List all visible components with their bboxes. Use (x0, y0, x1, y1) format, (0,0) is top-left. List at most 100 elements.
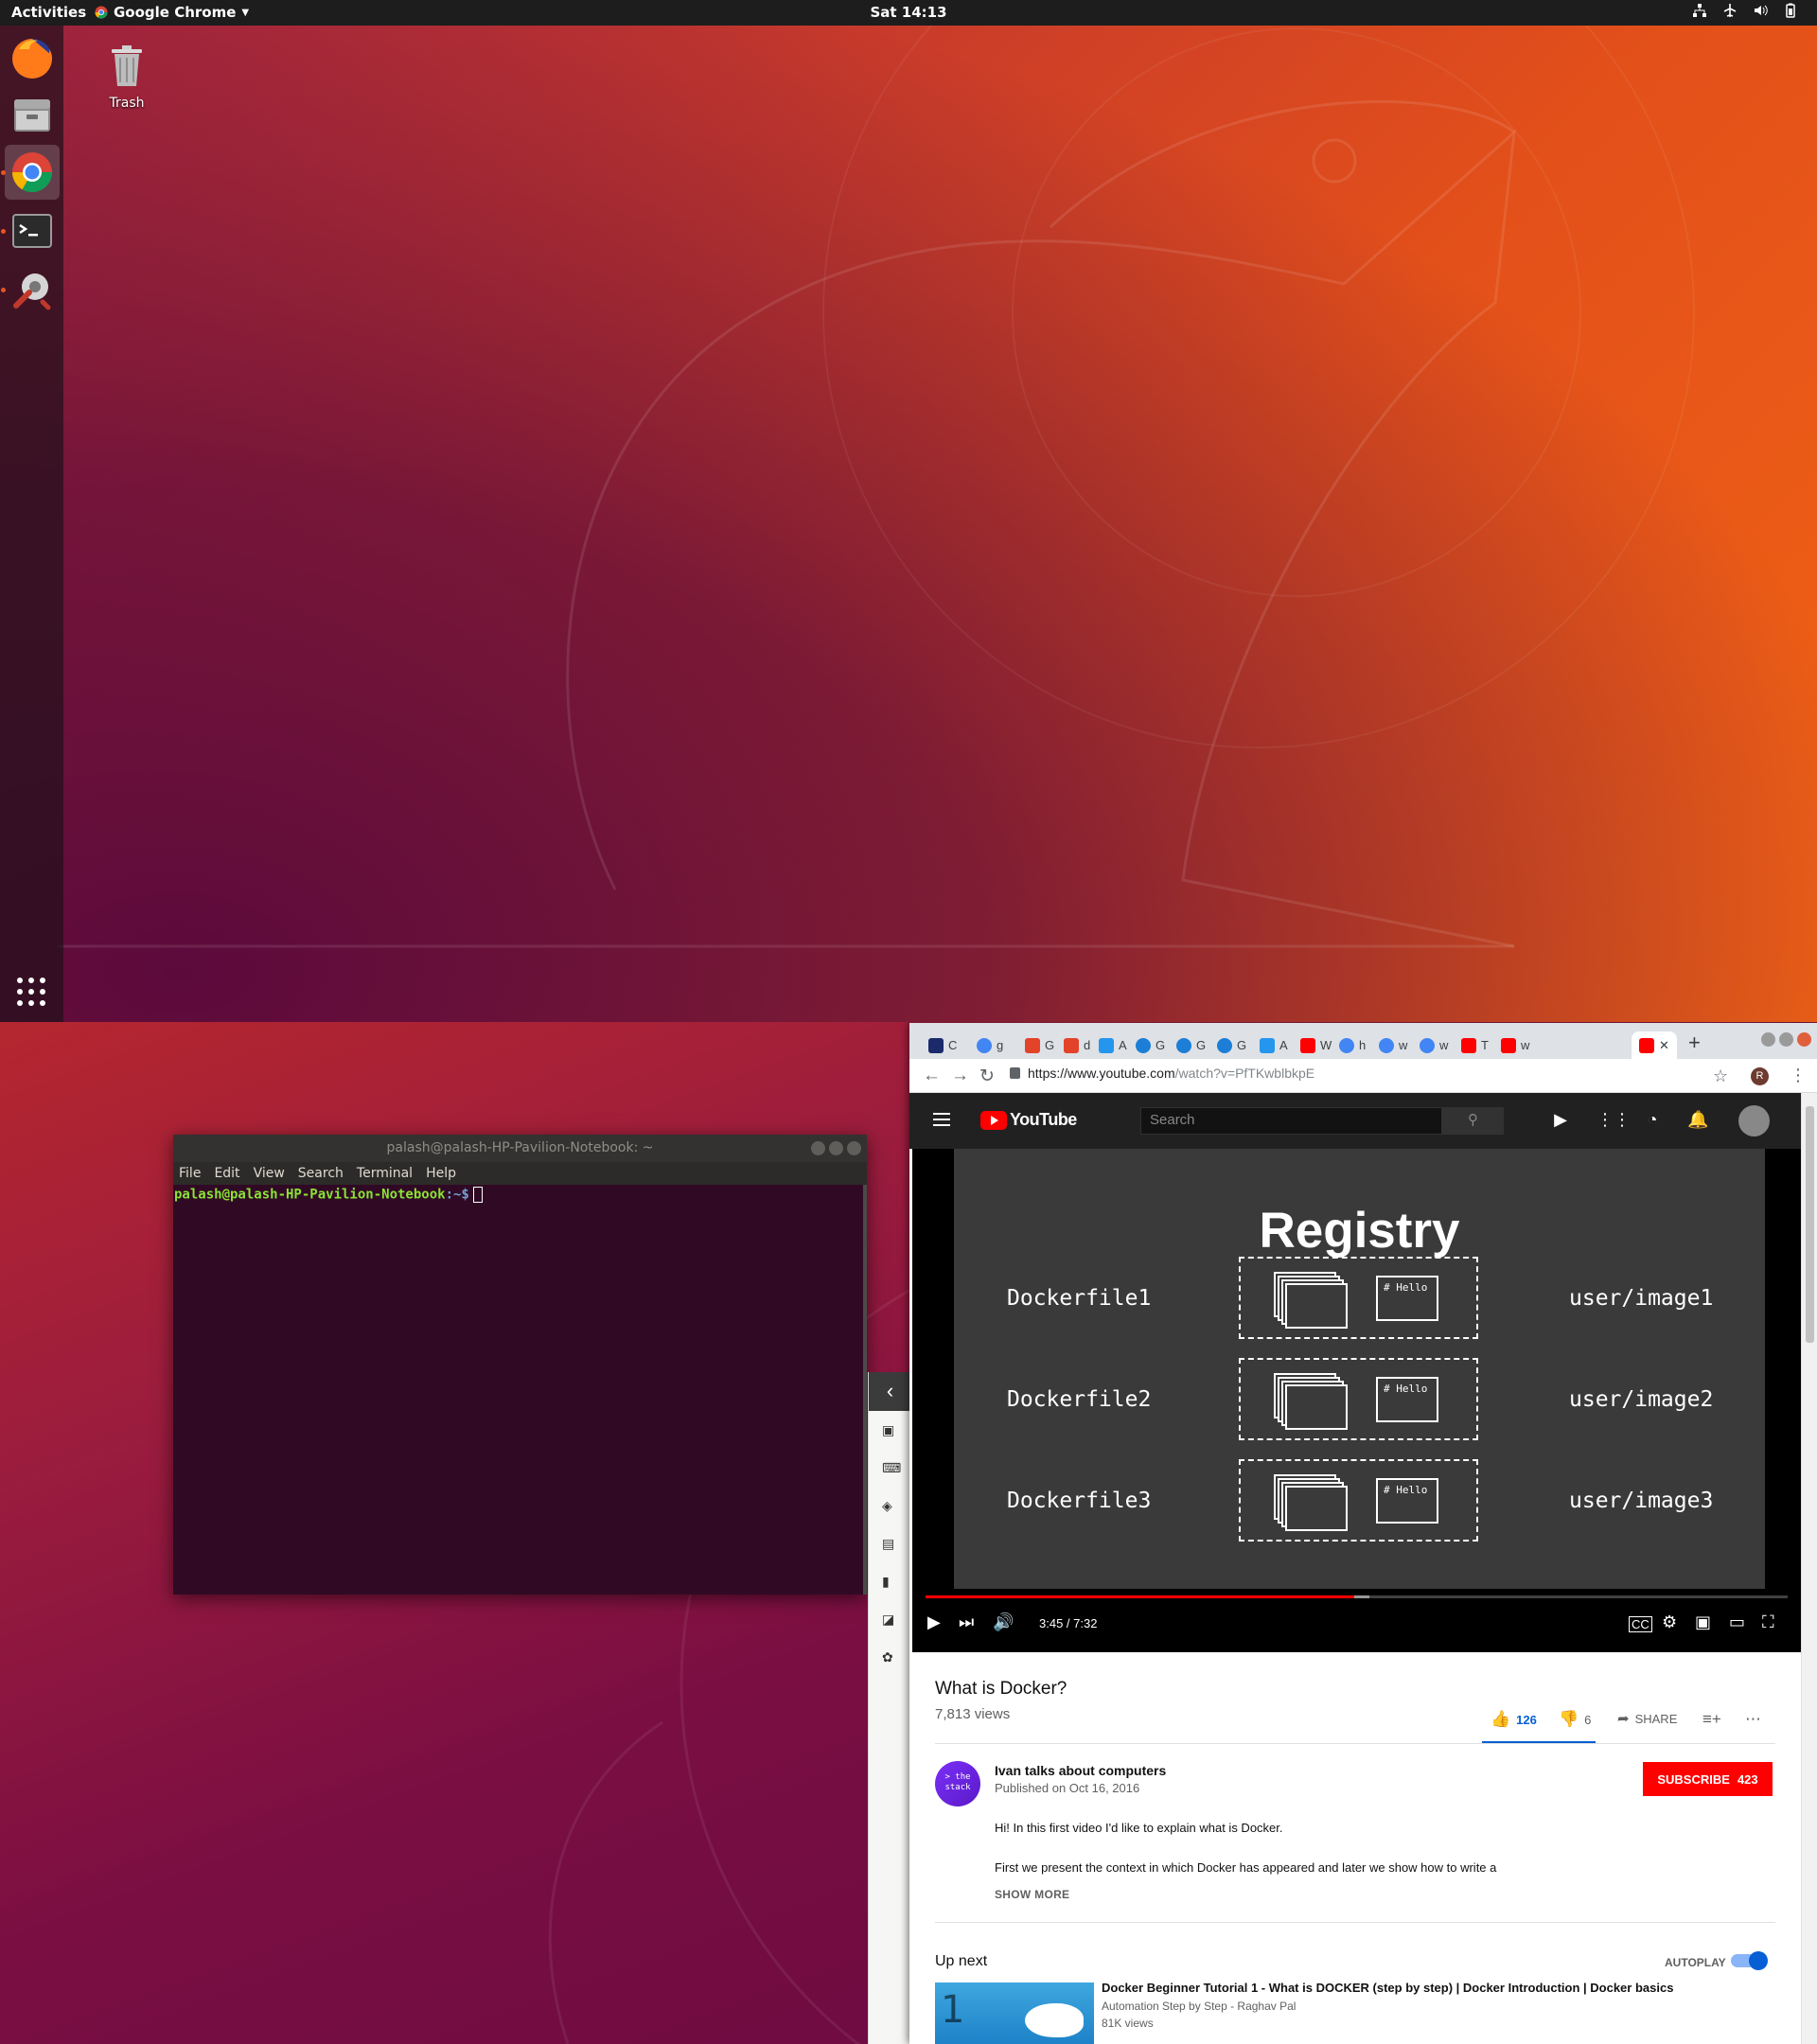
terminal-window[interactable]: palash@palash-HP-Pavilion-Notebook: ~ Fi… (173, 1135, 867, 1595)
more-menu-icon[interactable]: ⋮ (1790, 1066, 1807, 1085)
subscribe-button[interactable]: SUBSCRIBE 423 (1643, 1762, 1773, 1796)
clock[interactable]: Sat 14:13 (870, 4, 946, 21)
user-avatar[interactable] (1738, 1105, 1770, 1137)
chrome-window[interactable]: C g G d A G G G A W h w w T w ✕ + ← → ↻ … (909, 1023, 1817, 2044)
share-button[interactable]: ➦ SHARE (1617, 1710, 1677, 1727)
profile-avatar[interactable]: R (1751, 1067, 1769, 1085)
miniplayer-icon[interactable]: ▣ (1695, 1612, 1711, 1632)
tab[interactable]: d (1064, 1031, 1090, 1059)
dock-item-terminal[interactable] (1, 203, 60, 258)
add-to-playlist-icon[interactable]: ≡+ (1702, 1710, 1721, 1729)
next-icon[interactable]: ⏭ (959, 1612, 974, 1632)
menu-search[interactable]: Search (298, 1166, 344, 1181)
network-icon[interactable] (1692, 3, 1707, 20)
reload-icon[interactable]: ↻ (979, 1066, 995, 1087)
menu-view[interactable]: View (254, 1166, 285, 1181)
system-tray[interactable] (1692, 3, 1798, 20)
maximize-button[interactable] (1779, 1032, 1793, 1047)
fullscreen-icon[interactable]: ⛶ (1762, 1612, 1774, 1632)
scrollbar-thumb[interactable] (1806, 1106, 1814, 1343)
theater-mode-icon[interactable]: ▭ (1729, 1612, 1745, 1632)
activities-button[interactable]: Activities (11, 4, 86, 21)
tab[interactable]: A (1260, 1031, 1288, 1059)
desktop-trash[interactable]: Trash (104, 42, 150, 111)
tab[interactable]: G (1217, 1031, 1246, 1059)
minimize-button[interactable] (1761, 1032, 1775, 1047)
back-arrow-icon[interactable]: ‹ (869, 1372, 911, 1411)
apps-grid-icon[interactable] (14, 975, 48, 1009)
menu-terminal[interactable]: Terminal (357, 1166, 413, 1181)
tab[interactable]: G (1025, 1031, 1054, 1059)
terminal-scrollbar[interactable] (863, 1185, 867, 1595)
menu-edit[interactable]: Edit (214, 1166, 239, 1181)
show-more-button[interactable]: SHOW MORE (995, 1888, 1069, 1901)
new-tab-button[interactable]: + (1688, 1031, 1701, 1055)
app-menu[interactable]: Google Chrome ▼ (95, 4, 249, 21)
search-button[interactable]: ⚲ (1442, 1107, 1504, 1135)
settings-gear-icon[interactable]: ⚙ (1662, 1612, 1677, 1632)
display-icon[interactable]: ▣ (882, 1422, 897, 1437)
apps-icon[interactable]: ⋮⋮ (1596, 1110, 1631, 1130)
search-input[interactable]: Search (1140, 1107, 1442, 1135)
terminal-body[interactable]: palash@palash-HP-Pavilion-Notebook:~$ (173, 1185, 867, 1205)
related-video-title[interactable]: Docker Beginner Tutorial 1 - What is DOC… (1102, 1981, 1764, 1995)
tab[interactable]: A (1099, 1031, 1127, 1059)
close-button[interactable] (1797, 1032, 1811, 1047)
notifications-bell-icon[interactable]: 🔔 (1687, 1110, 1708, 1130)
tab[interactable]: h (1339, 1031, 1366, 1059)
hamburger-menu-icon[interactable] (933, 1113, 950, 1126)
volume-icon[interactable] (1753, 3, 1768, 20)
close-tab-icon[interactable]: ✕ (1659, 1038, 1669, 1053)
tab[interactable]: w (1501, 1031, 1529, 1059)
tab-label: w (1439, 1038, 1449, 1052)
usb-icon[interactable]: ▮ (882, 1574, 897, 1589)
autoplay-toggle[interactable] (1731, 1951, 1768, 1970)
messages-icon[interactable]: ◔ (1642, 1110, 1663, 1130)
tab[interactable]: G (1136, 1031, 1165, 1059)
tab[interactable]: w (1379, 1031, 1407, 1059)
video-player[interactable]: Registry Dockerfile1 # Hello user/image1… (912, 1149, 1801, 1652)
tab[interactable]: G (1176, 1031, 1206, 1059)
video-thumbnail[interactable]: 1 (935, 1982, 1094, 2044)
keyboard-icon[interactable]: ⌨ (882, 1460, 901, 1475)
channel-name[interactable]: Ivan talks about computers (995, 1763, 1166, 1778)
dislike-button[interactable]: 👎 6 (1559, 1710, 1591, 1729)
tab[interactable]: g (977, 1031, 1003, 1059)
forward-arrow-icon[interactable]: → (951, 1066, 969, 1086)
airplane-mode-icon[interactable] (1722, 3, 1738, 20)
dock-item-chrome[interactable] (1, 145, 60, 200)
color-icon[interactable]: ◪ (882, 1612, 897, 1627)
tab[interactable]: C (928, 1031, 957, 1059)
volume-icon[interactable]: 🔊 (993, 1612, 1014, 1632)
address-bar[interactable]: https://www.youtube.com/watch?v=PfTKwblb… (1010, 1066, 1314, 1081)
back-arrow-icon[interactable]: ← (923, 1066, 941, 1086)
related-video-channel[interactable]: Automation Step by Step - Raghav Pal (1102, 2000, 1296, 2013)
printer-icon[interactable]: ▤ (882, 1536, 897, 1551)
more-actions-icon[interactable]: ⋯ (1745, 1710, 1761, 1729)
accessibility-icon[interactable]: ✿ (882, 1649, 897, 1665)
tab[interactable]: w (1420, 1031, 1448, 1059)
play-icon[interactable]: ▶ (927, 1612, 941, 1632)
dock-item-software-updater[interactable] (1, 262, 60, 317)
menu-file[interactable]: File (179, 1166, 201, 1181)
close-button[interactable] (847, 1141, 861, 1155)
minimize-button[interactable] (811, 1141, 825, 1155)
page-scrollbar[interactable] (1801, 1093, 1817, 2044)
dock-item-files[interactable] (5, 87, 60, 142)
tab-active[interactable]: ✕ (1632, 1031, 1677, 1059)
create-video-icon[interactable]: ▶ (1550, 1110, 1571, 1130)
bookmark-star-icon[interactable]: ☆ (1713, 1066, 1728, 1086)
battery-icon[interactable] (1783, 3, 1798, 20)
channel-avatar[interactable]: > the stack (935, 1761, 980, 1806)
mouse-icon[interactable]: ◈ (882, 1498, 897, 1513)
youtube-logo[interactable]: YouTube (980, 1110, 1077, 1130)
menu-help[interactable]: Help (426, 1166, 456, 1181)
tab[interactable]: T (1461, 1031, 1489, 1059)
progress-bar[interactable] (926, 1595, 1788, 1598)
dock-item-firefox[interactable] (5, 31, 60, 86)
tab[interactable]: W (1300, 1031, 1332, 1059)
maximize-button[interactable] (829, 1141, 843, 1155)
like-button[interactable]: 👍 126 (1491, 1710, 1537, 1729)
terminal-titlebar[interactable]: palash@palash-HP-Pavilion-Notebook: ~ (173, 1135, 867, 1162)
captions-icon[interactable]: CC (1629, 1616, 1652, 1632)
